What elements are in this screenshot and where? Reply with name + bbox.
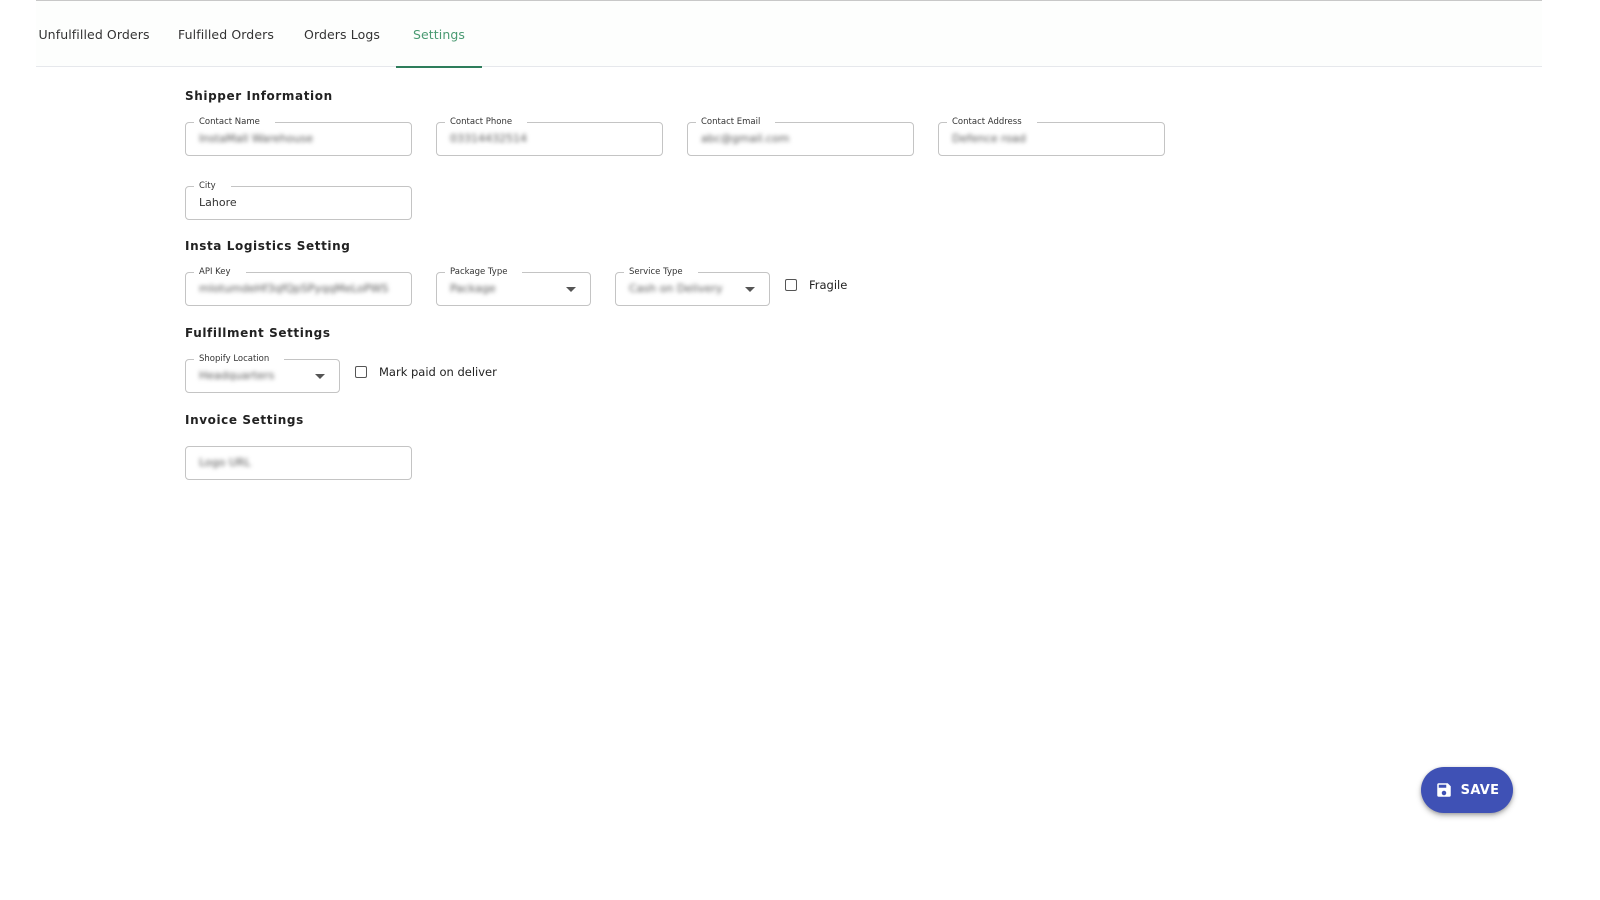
tab-unfulfilled-orders[interactable]: Unfulfilled Orders — [36, 1, 152, 67]
contact-email-field[interactable]: Contact Email abc@gmail.com — [687, 115, 914, 156]
shopify-location-label: Shopify Location — [194, 352, 285, 366]
contact-name-value: InstaMall Warehouse — [199, 132, 313, 145]
shipper-information-heading: Shipper Information — [185, 89, 333, 103]
contact-phone-field[interactable]: Contact Phone 03314432514 — [436, 115, 663, 156]
mark-paid-checkbox-row[interactable]: Mark paid on deliver — [355, 365, 497, 379]
service-type-select[interactable]: Service Type Cash on Delivery — [615, 265, 770, 306]
shopify-location-select[interactable]: Shopify Location Headquarters — [185, 352, 340, 393]
service-type-value: Cash on Delivery — [629, 282, 723, 295]
contact-phone-value: 03314432514 — [450, 132, 527, 145]
package-type-select[interactable]: Package Type Package — [436, 265, 591, 306]
city-label: City — [194, 179, 231, 193]
tab-settings[interactable]: Settings — [396, 1, 482, 68]
city-value: Lahore — [199, 196, 237, 209]
mark-paid-checkbox[interactable] — [355, 366, 367, 378]
contact-address-field[interactable]: Contact Address Defence road — [938, 115, 1165, 156]
shopify-location-value: Headquarters — [199, 369, 275, 382]
package-type-label: Package Type — [445, 265, 523, 279]
chevron-down-icon — [745, 287, 755, 292]
contact-phone-label: Contact Phone — [445, 115, 528, 129]
save-button-label: SAVE — [1460, 782, 1500, 798]
contact-email-value: abc@gmail.com — [701, 132, 790, 145]
contact-address-value: Defence road — [952, 132, 1026, 145]
chevron-down-icon — [315, 374, 325, 379]
logo-url-value: Logo URL — [199, 456, 251, 469]
invoice-settings-heading: Invoice Settings — [185, 413, 304, 427]
api-key-label: API Key — [194, 265, 246, 279]
tab-orders-logs[interactable]: Orders Logs — [298, 1, 386, 67]
tab-bar: Unfulfilled Orders Fulfilled Orders Orde… — [36, 1, 1542, 68]
api-key-field[interactable]: API Key mlotumdeHf3qfQpSPyqqMeLoPWS — [185, 265, 412, 306]
chevron-down-icon — [566, 287, 576, 292]
contact-address-label: Contact Address — [947, 115, 1037, 129]
api-key-value: mlotumdeHf3qfQpSPyqqMeLoPWS — [199, 282, 389, 295]
city-field[interactable]: City Lahore — [185, 179, 412, 220]
contact-name-label: Contact Name — [194, 115, 275, 129]
save-button[interactable]: SAVE — [1421, 767, 1513, 813]
fulfillment-settings-heading: Fulfillment Settings — [185, 326, 331, 340]
package-type-value: Package — [450, 282, 496, 295]
logo-url-field[interactable]: Logo URL — [185, 446, 412, 480]
service-type-label: Service Type — [624, 265, 698, 279]
tab-fulfilled-orders[interactable]: Fulfilled Orders — [172, 1, 280, 67]
contact-email-label: Contact Email — [696, 115, 776, 129]
insta-logistics-heading: Insta Logistics Setting — [185, 239, 351, 253]
fragile-label: Fragile — [809, 278, 848, 292]
fragile-checkbox[interactable] — [785, 279, 797, 291]
mark-paid-label: Mark paid on deliver — [379, 365, 497, 379]
contact-name-field[interactable]: Contact Name InstaMall Warehouse — [185, 115, 412, 156]
fragile-checkbox-row[interactable]: Fragile — [785, 278, 847, 292]
floppy-disk-icon — [1436, 783, 1451, 797]
